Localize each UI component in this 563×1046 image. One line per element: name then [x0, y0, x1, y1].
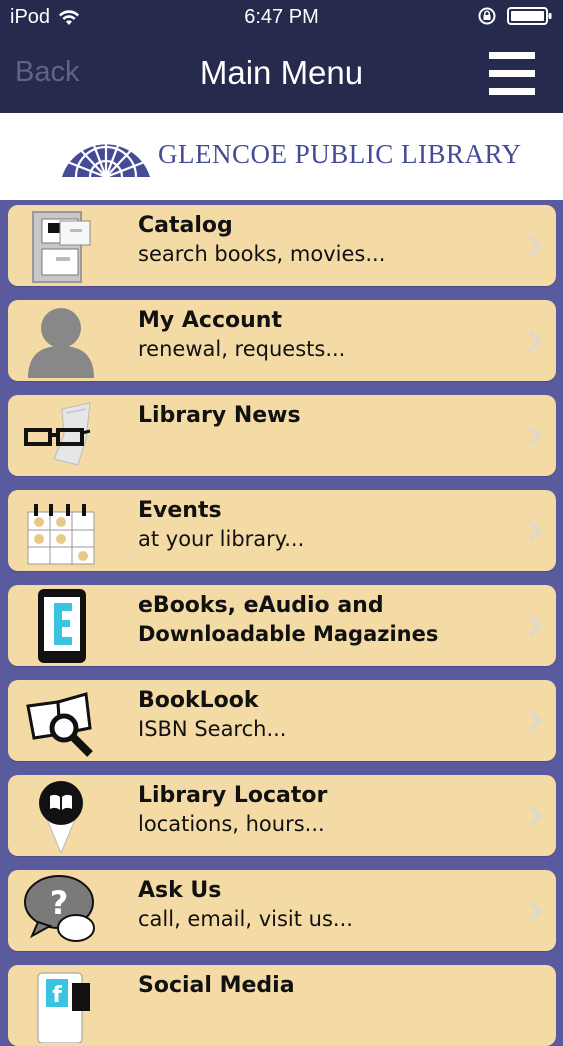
status-bar: iPod 6:47 PM [0, 0, 563, 36]
page-title: Main Menu [199, 54, 364, 91]
menu-item-events[interactable]: Events at your library... [8, 490, 556, 571]
menu-item-subtitle: renewal, requests... [138, 337, 346, 361]
map-pin-icon [39, 781, 83, 853]
rotation-lock-icon [478, 7, 496, 25]
library-logo-icon [62, 133, 150, 177]
status-right-group [477, 6, 553, 26]
menu-item-title: eBooks, eAudio and [138, 593, 384, 618]
menu-item-title: Events [138, 498, 222, 523]
menu-item-subtitle: call, email, visit us... [138, 907, 353, 931]
menu-item-my-account[interactable]: My Account renewal, requests... [8, 300, 556, 381]
menu-item-title: BookLook [138, 688, 259, 713]
chevron-right-icon [528, 235, 542, 257]
menu-item-subtitle: at your library... [138, 527, 305, 551]
menu-item-title: Social Media [138, 973, 295, 998]
svg-text:f: f [52, 983, 62, 1008]
menu-item-ebooks[interactable]: eBooks, eAudio and Downloadable Magazine… [8, 585, 556, 666]
menu-item-booklook[interactable]: BookLook ISBN Search... [8, 680, 556, 761]
book-magnifier-icon [26, 692, 93, 757]
hamburger-menu-icon[interactable] [489, 50, 535, 96]
menu-item-catalog[interactable]: Catalog search books, movies... [8, 205, 556, 286]
chevron-right-icon [528, 425, 542, 447]
speech-bubble-icon: ? [24, 875, 95, 942]
chevron-right-icon [528, 520, 542, 542]
social-media-icon: f [37, 972, 90, 1043]
chevron-right-icon [528, 710, 542, 732]
person-icon [28, 308, 94, 378]
navigation-bar: Back Main Menu [0, 36, 563, 113]
menu-item-social-media[interactable]: f Social Media [8, 965, 556, 1046]
chevron-right-icon [528, 900, 542, 922]
menu-item-subtitle: locations, hours... [138, 812, 325, 836]
calendar-icon [27, 504, 95, 565]
menu-item-title: Catalog [138, 213, 233, 238]
menu-item-subtitle: Downloadable Magazines [138, 622, 439, 646]
chevron-right-icon [528, 805, 542, 827]
menu-item-subtitle: ISBN Search... [138, 717, 287, 741]
menu-item-subtitle: search books, movies... [138, 242, 386, 266]
menu-item-title: Library News [138, 403, 301, 428]
menu-item-title: Library Locator [138, 783, 328, 808]
menu-item-library-locator[interactable]: Library Locator locations, hours... [8, 775, 556, 856]
glasses-newspaper-icon [24, 402, 91, 466]
ereader-icon [38, 589, 86, 663]
chevron-right-icon [528, 615, 542, 637]
file-cabinet-icon [32, 211, 91, 283]
library-banner: GLENCOE PUBLIC LIBRARY [0, 113, 563, 200]
menu-item-library-news[interactable]: Library News [8, 395, 556, 476]
svg-text:?: ? [50, 884, 69, 922]
library-name: GLENCOE PUBLIC LIBRARY [158, 139, 522, 169]
menu-item-title: Ask Us [138, 878, 222, 903]
menu-item-ask-us[interactable]: ? Ask Us call, email, visit us... [8, 870, 556, 951]
chevron-right-icon [528, 330, 542, 352]
menu-item-title: My Account [138, 308, 282, 333]
battery-icon [507, 7, 552, 25]
